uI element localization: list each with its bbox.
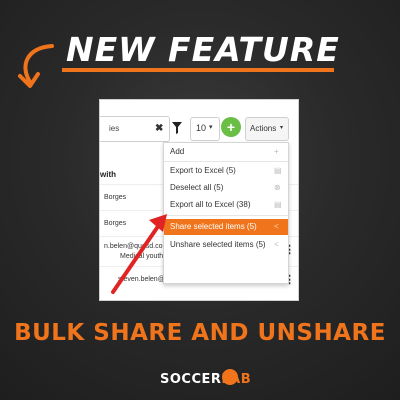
actions-button[interactable]: Actions ▾ (245, 117, 289, 141)
share-icon: < (274, 222, 279, 231)
pointer-arrow-icon (111, 214, 167, 294)
actions-label: Actions (250, 124, 277, 133)
toolbar: ies ✖ 10 ▾ + Actions ▾ (100, 100, 298, 142)
clear-icon[interactable]: ✖ (155, 123, 163, 134)
menu-divider (164, 161, 288, 162)
chevron-down-icon: ▾ (280, 125, 284, 131)
table-header: with (100, 170, 116, 179)
page-size-value: 10 (196, 123, 207, 133)
subtitle: BULK SHARE AND UNSHARE (14, 320, 386, 346)
menu-item-export-excel[interactable]: Export to Excel (5) ▤ (164, 163, 288, 179)
excel-icon: ▤ (274, 200, 282, 209)
row-text: Borges (104, 194, 127, 201)
menu-item-label: Add (170, 147, 185, 156)
menu-item-add[interactable]: Add + (164, 144, 288, 160)
plus-icon: + (274, 147, 279, 156)
ball-icon (222, 369, 238, 385)
menu-item-label: Export all to Excel (38) (170, 200, 251, 209)
menu-item-label: Export to Excel (5) (170, 166, 236, 175)
soccerlab-logo: SOCCERLAB (150, 366, 251, 392)
deselect-icon: ⊗ (274, 183, 281, 192)
search-input[interactable]: ies ✖ (100, 116, 170, 142)
logo-part1: SOCCER (160, 372, 222, 387)
headline-block: NEW FEATURE (0, 20, 400, 80)
menu-item-deselect-all[interactable]: Deselect all (5) ⊗ (164, 180, 288, 196)
share-icon: < (274, 240, 279, 249)
headline: NEW FEATURE (66, 30, 340, 69)
headline-underline (62, 68, 334, 72)
chevron-down-icon: ▾ (209, 124, 213, 131)
promo-banner: NEW FEATURE ies ✖ 10 ▾ + Actions ▾ with … (0, 0, 400, 400)
search-value: ies (109, 124, 120, 133)
page-size-select[interactable]: 10 ▾ (190, 117, 220, 141)
filter-icon[interactable] (171, 121, 183, 135)
excel-icon: ▤ (274, 166, 282, 175)
menu-item-label: Deselect all (5) (170, 183, 224, 192)
add-button[interactable]: + (221, 117, 241, 137)
